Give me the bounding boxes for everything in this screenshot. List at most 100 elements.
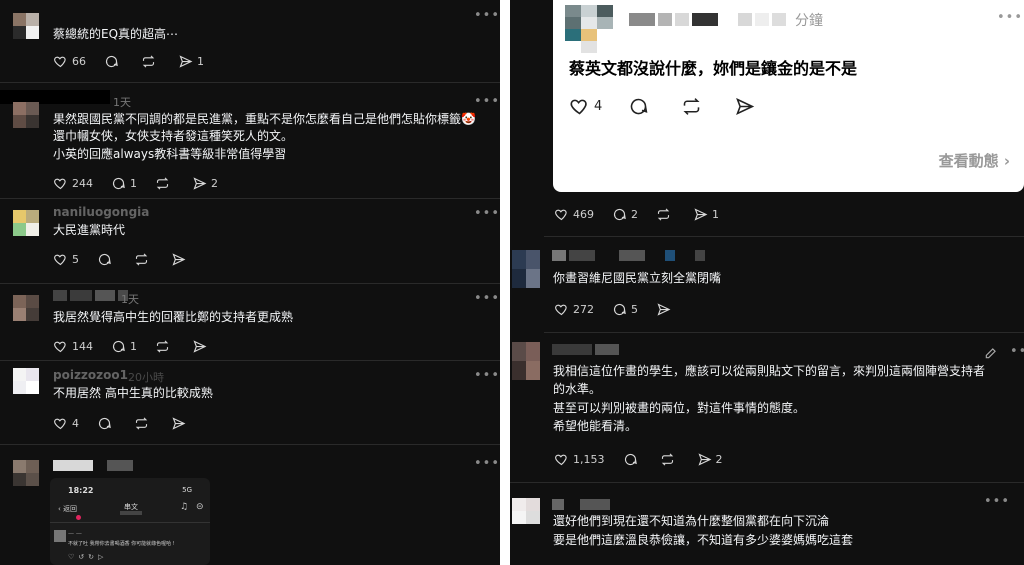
more-icon[interactable]: •••: [984, 494, 1010, 509]
reply-count: 1: [130, 176, 137, 190]
reply-button[interactable]: [97, 416, 116, 431]
heart-icon: [54, 341, 66, 352]
share-button[interactable]: [192, 339, 211, 354]
username[interactable]: naniluogongia: [53, 205, 149, 219]
heart-icon: [555, 209, 567, 220]
post-time: 1天: [113, 96, 131, 109]
avatar[interactable]: [565, 5, 613, 53]
send-icon: [697, 452, 711, 466]
redacted-name: [552, 250, 705, 261]
repost-icon: [657, 207, 670, 221]
send-icon: [172, 252, 186, 266]
like-button[interactable]: 272: [554, 302, 594, 317]
phone-back-button[interactable]: ‹ 返回: [58, 504, 77, 514]
reply-button[interactable]: [623, 452, 642, 467]
like-count: 66: [72, 54, 86, 68]
share-button[interactable]: [734, 96, 759, 117]
reply-button[interactable]: 1: [111, 339, 137, 354]
quoted-post-card[interactable]: 分鐘 ••• 蔡英文都沒說什麼，妳們是鑲金的是不是 4 查看動態 ›: [553, 0, 1024, 192]
like-button[interactable]: 66: [53, 54, 86, 69]
like-button[interactable]: 4: [53, 416, 79, 431]
share-button[interactable]: [171, 416, 190, 431]
heart-icon: [555, 454, 567, 465]
share-button[interactable]: 2: [697, 452, 723, 467]
phone-subtitle-redacted: [120, 511, 142, 515]
more-icon[interactable]: •••: [474, 206, 500, 221]
avatar[interactable]: [13, 295, 39, 321]
comment-icon: [98, 253, 111, 265]
reply-button[interactable]: 1: [111, 176, 137, 191]
like-button[interactable]: 4: [569, 96, 602, 117]
repost-button[interactable]: [155, 176, 174, 191]
phone-comment: 不就了吐 我帶你去書喝酒香 你可能就綠色喔哈 !: [68, 541, 175, 547]
post-text-line-3: 甚至可以判別被畫的兩位，對這件事情的態度。: [553, 401, 806, 415]
like-count: 272: [573, 302, 594, 316]
card-actions: 4: [569, 95, 777, 117]
repost-button[interactable]: [681, 96, 706, 117]
phone-clock: 18:22: [68, 486, 94, 495]
repost-button[interactable]: [134, 416, 153, 431]
avatar[interactable]: [512, 498, 540, 524]
heart-icon: [54, 178, 66, 189]
heart-icon: [570, 99, 587, 114]
avatar[interactable]: [13, 210, 39, 236]
reply-button[interactable]: [104, 54, 123, 69]
share-count: 2: [715, 452, 723, 466]
avatar[interactable]: [13, 13, 39, 39]
reply-button[interactable]: [628, 96, 653, 117]
redacted-name: [629, 13, 786, 26]
more-icon[interactable]: •••: [474, 368, 500, 383]
avatar[interactable]: [512, 250, 540, 288]
reply-button[interactable]: [97, 252, 116, 267]
comment-icon: [624, 453, 637, 465]
more-icon[interactable]: •••: [1010, 344, 1024, 359]
send-icon: [657, 302, 671, 316]
share-button[interactable]: [656, 302, 675, 317]
repost-icon: [156, 339, 169, 353]
share-count: 1: [197, 54, 204, 68]
post-text: 不用居然 高中生真的比較成熟: [53, 386, 213, 400]
post-text: 你畫習維尼國民黨立刻全黨閉嘴: [553, 271, 722, 285]
bell-icon[interactable]: ♫: [180, 502, 188, 512]
like-button[interactable]: 5: [53, 252, 79, 267]
avatar[interactable]: [13, 102, 39, 128]
share-button[interactable]: 1: [693, 207, 719, 222]
more-icon[interactable]: •••: [474, 456, 500, 471]
pencil-icon[interactable]: [984, 346, 998, 360]
like-button[interactable]: 469: [554, 207, 594, 222]
send-icon: [736, 97, 755, 115]
like-button[interactable]: 144: [53, 339, 93, 354]
attached-phone-screenshot[interactable]: 18:22 5G ‹ 返回 串文 ♫ ⊝ — — 不就了吐 我帶你去書喝酒香 你…: [50, 478, 210, 565]
repost-button[interactable]: [155, 339, 174, 354]
avatar[interactable]: [512, 342, 540, 380]
repost-button[interactable]: [134, 252, 153, 267]
repost-button[interactable]: [660, 452, 679, 467]
divider: [50, 522, 210, 523]
share-button[interactable]: [171, 252, 190, 267]
redacted-name: [552, 499, 610, 510]
post-actions: 66 1: [53, 53, 222, 69]
divider: [0, 360, 500, 361]
repost-button[interactable]: [656, 207, 675, 222]
more-circle-icon[interactable]: ⊝: [196, 502, 204, 512]
avatar[interactable]: [13, 368, 39, 394]
like-button[interactable]: 1,153: [554, 452, 605, 467]
username[interactable]: poizzozoo1: [53, 368, 128, 382]
more-icon[interactable]: •••: [474, 94, 500, 109]
post-text-line-1: 果然跟國民黨不同調的都是民進黨，重點不是你怎麼看自己是他們怎貼你標籤🤡: [53, 112, 476, 126]
share-button[interactable]: 2: [192, 176, 218, 191]
heart-icon: [54, 56, 66, 67]
share-button[interactable]: 1: [178, 54, 204, 69]
reply-button[interactable]: 2: [612, 207, 638, 222]
comment-icon: [98, 417, 111, 429]
repost-icon: [142, 54, 155, 68]
avatar[interactable]: [13, 460, 39, 486]
reply-button[interactable]: 5: [612, 302, 638, 317]
more-icon[interactable]: •••: [997, 10, 1023, 25]
like-button[interactable]: 244: [53, 176, 93, 191]
repost-button[interactable]: [141, 54, 160, 69]
more-icon[interactable]: •••: [474, 291, 500, 306]
post-text-line-2: 還巾幗女俠，女俠支持者發這種笑死人的文。: [53, 129, 294, 143]
view-activity-link[interactable]: 查看動態 ›: [939, 150, 1010, 171]
more-icon[interactable]: •••: [474, 8, 500, 23]
